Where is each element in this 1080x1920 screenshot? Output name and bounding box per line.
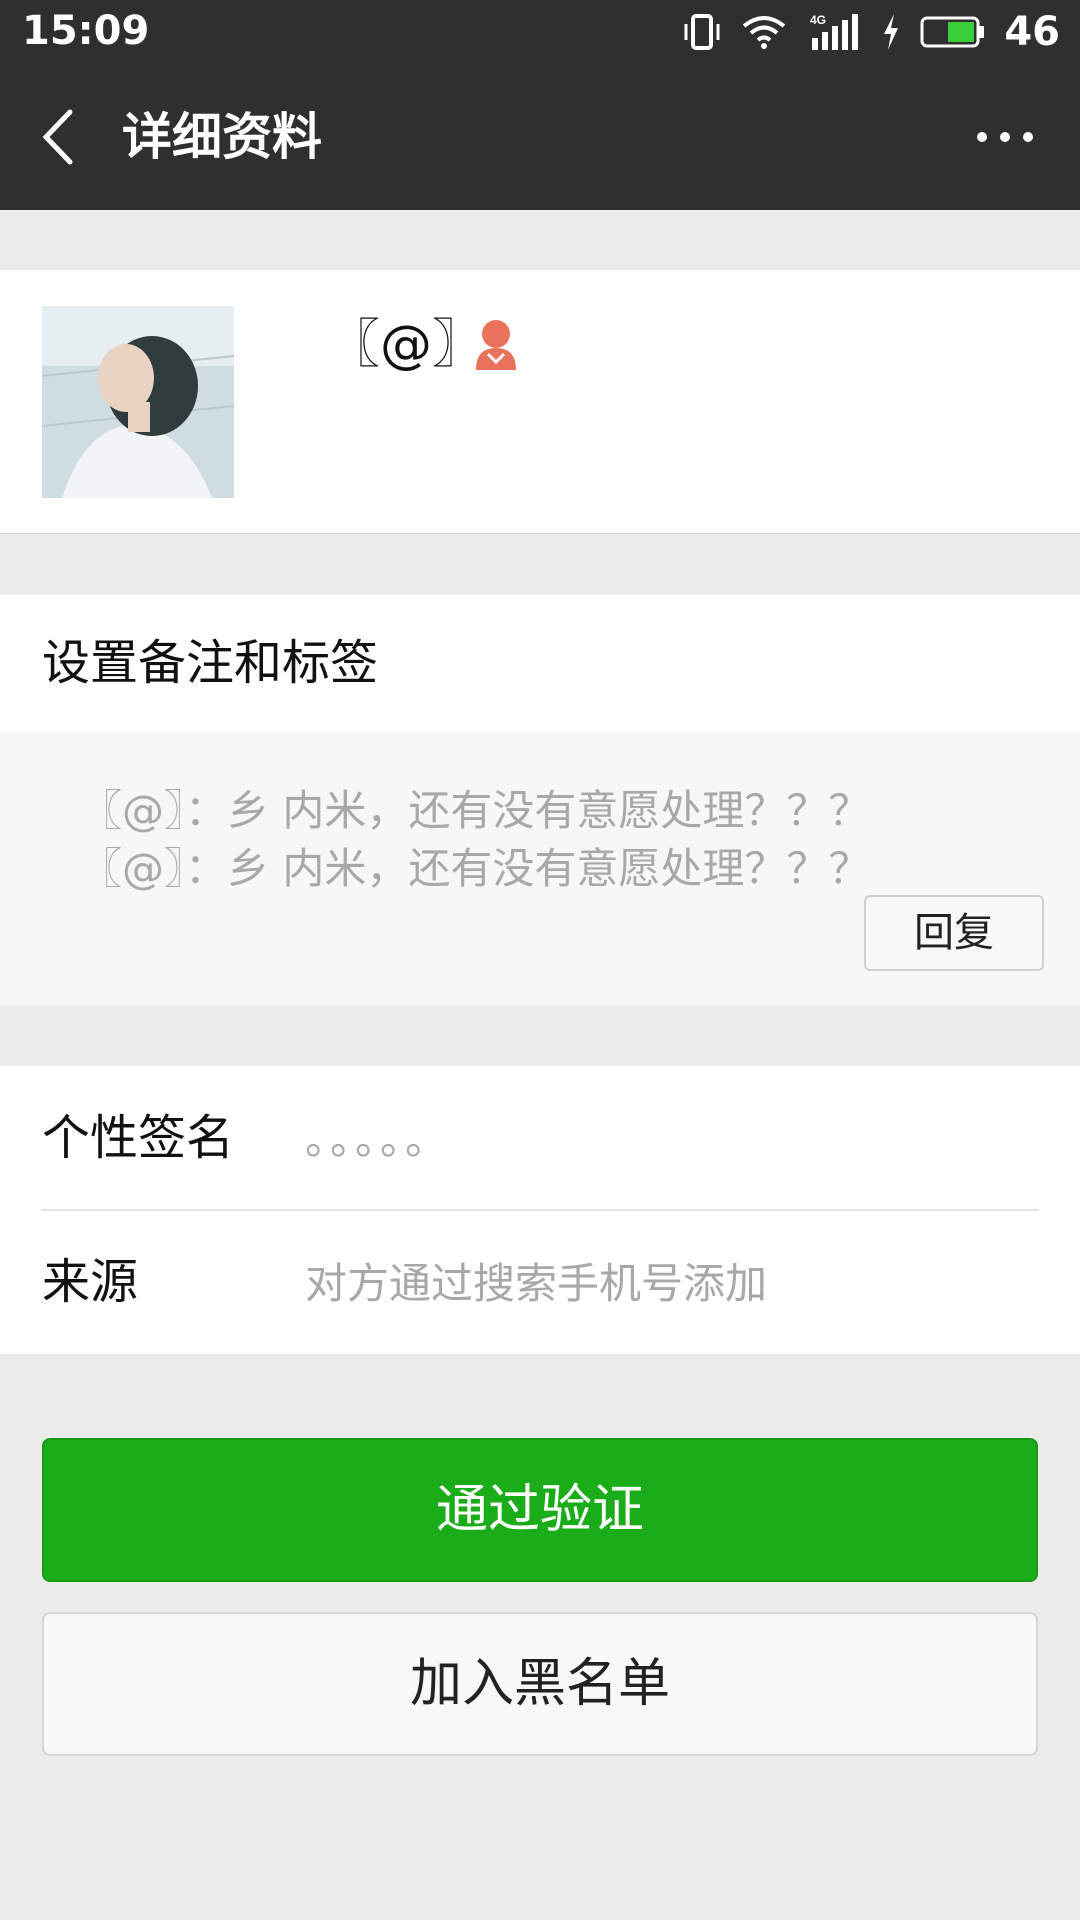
verify-button[interactable]: 通过验证 [42,1438,1038,1582]
nickname: 〖@〗 [328,315,485,375]
page-title: 详细资料 [122,108,322,166]
charging-icon [884,14,899,50]
battery-icon [920,16,985,48]
message-line: 〖@〗：乡 内米，还有没有意愿处理？？？ [80,786,871,835]
chevron-left-icon [42,109,73,165]
info-card: 个性签名 。。。。。 来源 对方通过搜索手机号添加 [0,1066,1080,1354]
signature-label: 个性签名 [42,1110,235,1166]
reply-button[interactable]: 回复 [864,895,1044,971]
wifi-icon [743,16,786,49]
network-type-label: 4G [810,13,826,27]
vibrate-icon [684,14,720,50]
signature-row: 个性签名 。。。。。 [0,1066,1080,1210]
profile-card: 〖@〗 [0,270,1080,534]
more-dots-icon [977,132,1033,142]
avatar-image [42,306,234,498]
source-label: 来源 [42,1254,139,1310]
avatar[interactable] [42,306,234,498]
status-time: 15:09 [22,8,150,54]
source-row: 来源 对方通过搜索手机号添加 [0,1210,1080,1354]
status-icons: 4G 46 [682,8,1060,56]
app-bar: 详细资料 [0,64,1080,210]
female-icon [472,318,520,370]
status-bar: 15:09 4G 46 [0,0,1080,64]
message-line: 〖@〗：乡 内米，还有没有意愿处理？？？ [80,844,871,893]
more-button[interactable] [970,112,1040,162]
remark-tag-label: 设置备注和标签 [42,635,379,691]
back-button[interactable] [30,104,90,170]
battery-percent: 46 [1004,9,1060,55]
signature-value: 。。。。。 [305,1115,452,1164]
verification-messages: 〖@〗：乡 内米，还有没有意愿处理？？？ 〖@〗：乡 内米，还有没有意愿处理？？… [0,731,1080,1006]
remark-tag-row[interactable]: 设置备注和标签 [0,595,1080,731]
signal-icon: 4G [810,13,859,50]
add-to-blacklist-button[interactable]: 加入黑名单 [42,1612,1038,1756]
source-value: 对方通过搜索手机号添加 [305,1259,768,1308]
